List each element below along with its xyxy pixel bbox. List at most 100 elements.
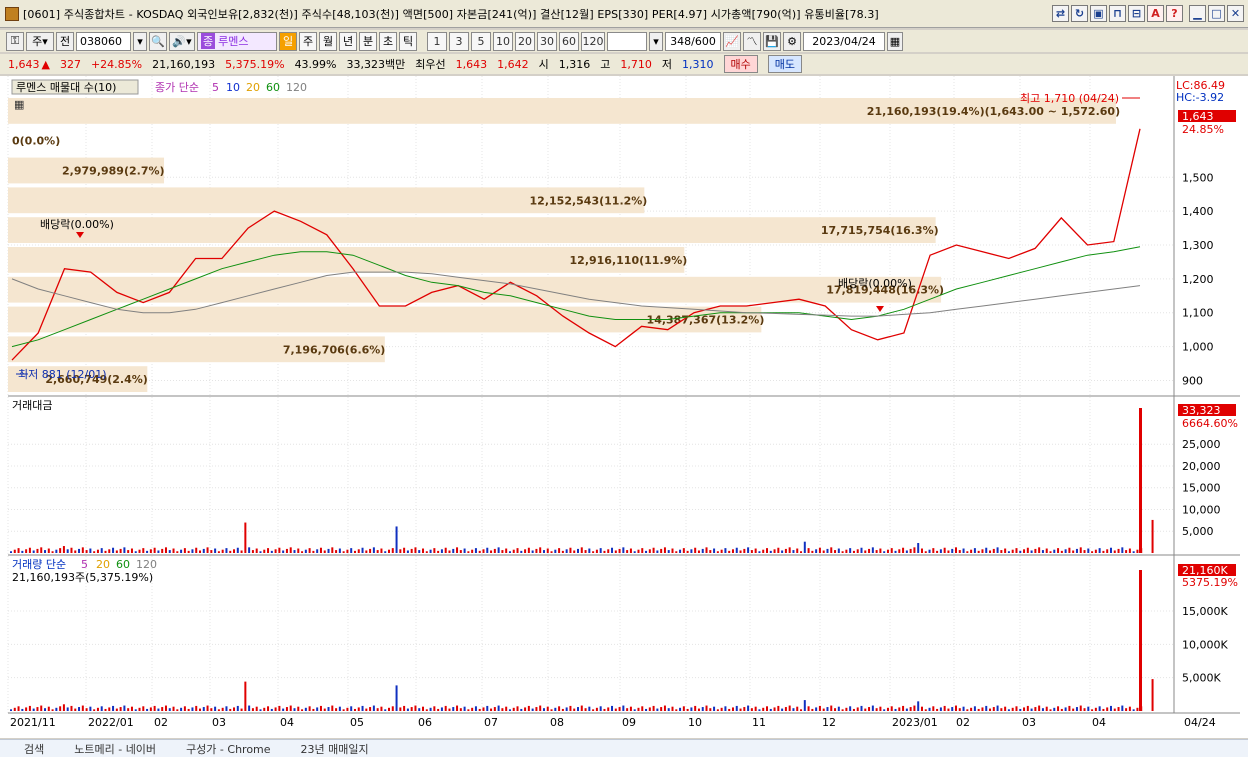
period-year[interactable]: 년 [339,31,357,51]
type-select[interactable]: 주 ▾ [26,31,54,51]
interval-dropdown-icon[interactable]: ▾ [649,31,663,51]
y-tick-label: 900 [1182,374,1203,387]
minus-icon[interactable]: ⊟ [1128,5,1145,22]
link-icon[interactable]: ⇄ [1052,5,1069,22]
amount-bar [633,551,636,553]
period-minute[interactable]: 분 [359,31,377,51]
volume-bar [505,706,508,711]
main-header: 루멘스 매물대 수(10) [16,81,116,94]
amount-bar [1026,547,1029,553]
interval-120[interactable]: 120 [581,31,605,51]
volume-bar [535,707,538,711]
help-icon[interactable]: ? [1166,5,1183,22]
date-field[interactable]: 2023/04/24 [803,31,885,51]
amount-bar [312,550,315,553]
maximize-icon[interactable]: □ [1208,5,1225,22]
interval-10[interactable]: 10 [493,31,513,51]
search-icon[interactable]: 🔍 [149,31,167,51]
volume-bar [493,707,496,711]
speaker-icon[interactable]: 🔊▾ [169,31,195,51]
period-week[interactable]: 주 [299,31,317,51]
period-month[interactable]: 월 [319,31,337,51]
volume-bar [474,706,477,711]
taskbar-search[interactable]: 검색 [24,741,44,757]
volume-bar [1102,708,1105,711]
amount-bar [70,547,73,553]
calendar-icon[interactable]: ▦ [887,31,903,51]
volume-bar [1128,706,1131,711]
volume-bar [856,707,859,711]
save-icon[interactable]: 💾 [763,31,781,51]
chart-area[interactable]: 900 1,000 1,100 1,200 1,300 1,400 1,500 5,000 10… [0,76,1248,738]
volume-bar [977,708,980,711]
interval-20[interactable]: 20 [515,31,535,51]
period-day[interactable]: 일 [279,31,297,51]
refresh-icon[interactable]: ↻ [1071,5,1088,22]
amount-bar [47,548,50,553]
chart-tool-icon[interactable]: 📈 [723,31,741,51]
volume-bar [391,706,394,711]
amount-bar [792,550,795,553]
title-buttons: ⇄ ↻ ▣ ⊓ ⊟ A ? ▁ □ ✕ [1052,5,1244,22]
amount-bar [766,548,768,553]
volume-bar [259,709,262,711]
pin-icon[interactable]: ⊓ [1109,5,1126,22]
volume-bar [894,708,897,711]
amount-bar [1068,547,1071,553]
volume-bar [399,707,402,711]
interval-3[interactable]: 3 [449,31,469,51]
amount-bar [750,550,753,553]
interval-1[interactable]: 1 [427,31,447,51]
amount-bar [996,547,999,553]
interval-60[interactable]: 60 [559,31,579,51]
count-field[interactable]: 348/600 [665,31,721,51]
amount-bar [478,550,481,553]
volume-bar [78,707,81,711]
amount-bar [187,550,190,553]
volume-y-tick: 10,000K [1182,638,1228,651]
volume-bar [542,708,545,711]
volume-bar [270,708,273,711]
taskbar-item-browser-2[interactable]: 구성가 - Chrome [186,741,270,757]
close-icon[interactable]: ✕ [1227,5,1244,22]
code-dropdown-icon[interactable]: ▾ [133,31,147,51]
volume-bar [225,706,228,711]
amount-bar [913,547,916,553]
amount-bar [947,550,950,553]
stock-chart[interactable]: 900 1,000 1,100 1,200 1,300 1,400 1,500 5,000 10… [0,76,1248,738]
volume-bar [369,707,372,711]
settings-icon[interactable]: ⚙ [783,31,801,51]
amount-bar [497,547,500,553]
interval-30[interactable]: 30 [537,31,557,51]
volume-bar [490,708,493,711]
code-input[interactable]: 038060 [76,31,131,51]
interval-5[interactable]: 5 [471,31,491,51]
jeon-button[interactable]: 전 [56,31,74,51]
amount-y-tick: 15,000 [1182,482,1221,495]
alert-icon[interactable]: A [1147,5,1164,22]
taskbar-item-browser-1[interactable]: 노트메리 - 네이버 [74,741,156,757]
amount-bar [818,547,821,553]
buy-button[interactable]: 매수 [723,55,758,73]
amount-bar [856,549,859,553]
trend-tool-icon[interactable]: 〽 [743,31,761,51]
window-icon[interactable]: ▣ [1090,5,1107,22]
volume-bar [395,685,398,711]
volume-bar [176,709,179,711]
volume-bar [981,707,984,711]
grid-table-icon[interactable]: ▦ [14,98,24,111]
amount-bar [936,550,939,553]
period-second[interactable]: 초 [379,31,397,51]
amount-bar [955,547,957,553]
stock-name-field[interactable]: 종 루멘스 [197,31,277,51]
amount-bar [1041,550,1044,553]
taskbar-item-journal[interactable]: 23년 매매일지 [301,741,369,757]
sell-button[interactable]: 매도 [767,55,802,73]
minimize-icon[interactable]: ▁ [1189,5,1206,22]
volume-bar [747,705,750,711]
amount-bar [406,550,409,553]
lock-icon[interactable]: ⚿ [6,31,24,51]
custom-interval-input[interactable] [607,31,647,51]
amount-bar [871,547,874,553]
period-tick[interactable]: 틱 [399,31,417,51]
